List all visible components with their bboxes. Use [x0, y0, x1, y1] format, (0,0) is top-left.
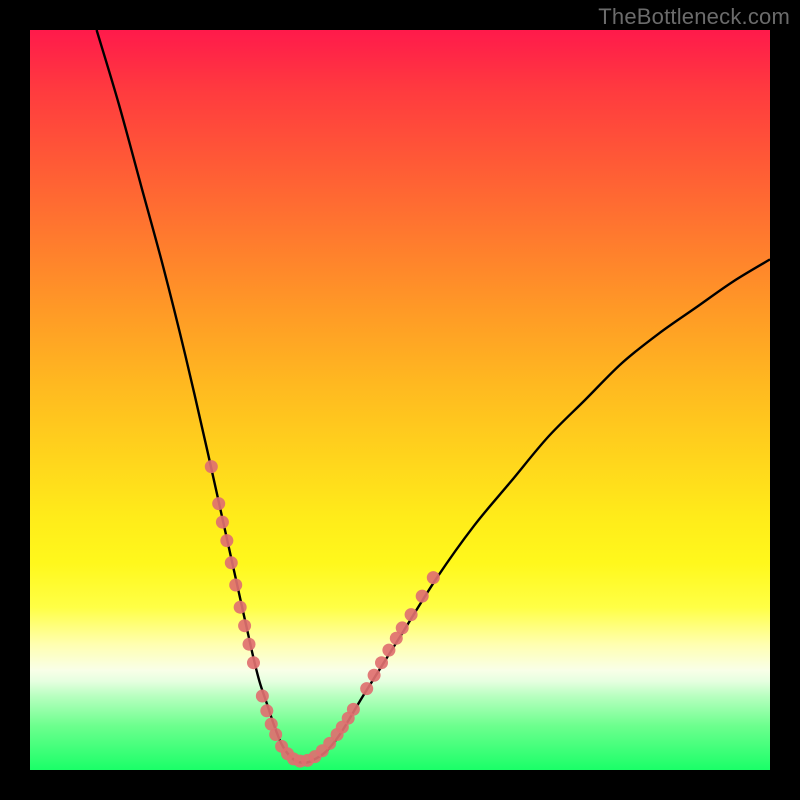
curve-marker	[216, 516, 229, 529]
curve-marker	[205, 460, 218, 473]
curve-markers	[205, 460, 440, 768]
curve-marker	[247, 656, 260, 669]
curve-marker	[212, 497, 225, 510]
curve-marker	[382, 644, 395, 657]
curve-marker	[347, 703, 360, 716]
curve-marker	[225, 556, 238, 569]
curve-marker	[256, 690, 269, 703]
chart-frame: TheBottleneck.com	[0, 0, 800, 800]
bottleneck-curve	[97, 30, 770, 763]
curve-marker	[260, 704, 273, 717]
curve-svg	[30, 30, 770, 770]
curve-marker	[269, 728, 282, 741]
plot-area	[30, 30, 770, 770]
watermark-text: TheBottleneck.com	[598, 4, 790, 30]
curve-marker	[416, 590, 429, 603]
curve-marker	[427, 571, 440, 584]
curve-marker	[396, 621, 409, 634]
curve-marker	[229, 579, 242, 592]
curve-marker	[405, 608, 418, 621]
curve-marker	[234, 601, 247, 614]
curve-marker	[375, 656, 388, 669]
curve-marker	[220, 534, 233, 547]
curve-marker	[243, 638, 256, 651]
curve-marker	[368, 669, 381, 682]
curve-marker	[238, 619, 251, 632]
curve-marker	[360, 682, 373, 695]
